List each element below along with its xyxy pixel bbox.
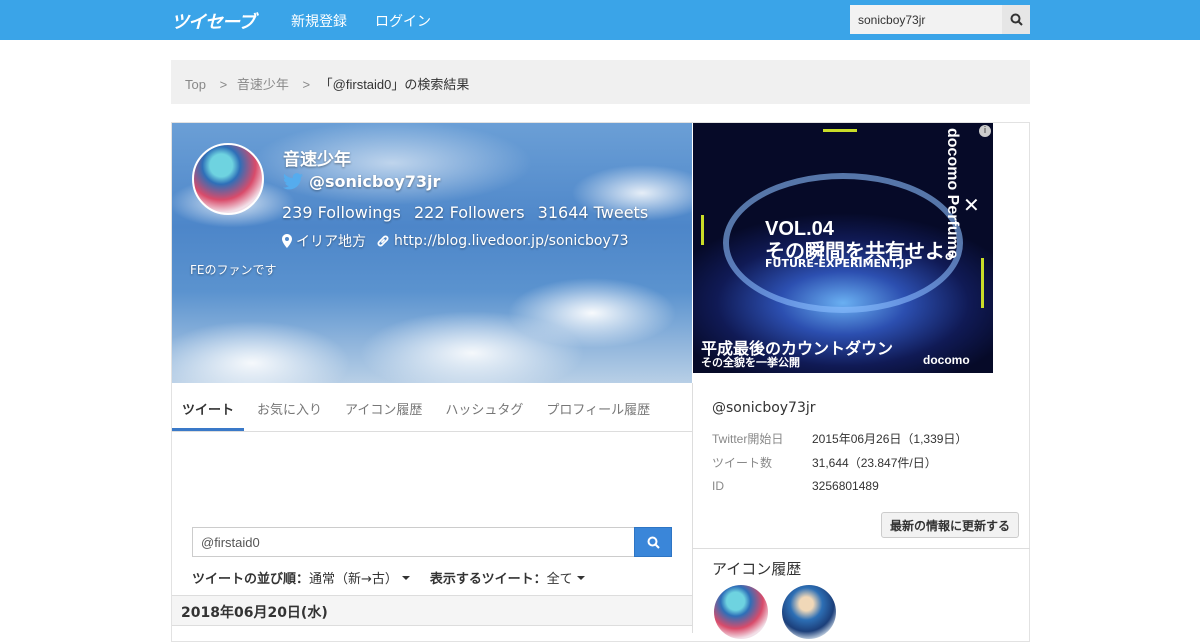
breadcrumb-separator: >	[302, 77, 311, 92]
ad-bottom-subline: その全貌を一挙公開	[701, 356, 800, 369]
sidebar-handle: @sonicboy73jr	[712, 400, 816, 416]
tweet-filter-value: 全て	[546, 572, 573, 587]
advertisement[interactable]: VOL.04 その瞬間を共有せよ。 FUTURE-EXPERIMENT.JP 平…	[693, 123, 993, 373]
login-link[interactable]: ログイン	[375, 11, 431, 31]
tab-hashtags[interactable]: ハッシュタグ	[435, 383, 533, 431]
sort-controls: ツイートの並び順： 通常（新→古） 表示するツイート： 全て	[192, 568, 605, 587]
avatar[interactable]	[192, 143, 264, 215]
link-icon	[377, 235, 389, 247]
info-key: Twitter開始日	[712, 431, 784, 446]
profile-url: http://blog.livedoor.jp/sonicboy73	[376, 233, 629, 249]
profile-meta: イリア地方 http://blog.livedoor.jp/sonicboy73	[282, 231, 639, 251]
profile-name: 音速少年	[283, 150, 351, 170]
breadcrumb-current: 「@firstaid0」の検索結果	[319, 77, 470, 92]
info-key: ツイート数	[712, 455, 773, 470]
header-search-button[interactable]	[1002, 5, 1030, 34]
breadcrumb-top[interactable]: Top	[185, 77, 206, 92]
tweet-filter-label: 表示するツイート：	[429, 572, 547, 587]
tab-bar: ツイート お気に入り アイコン履歴 ハッシュタグ プロフィール履歴	[172, 383, 692, 432]
info-value: 31,644（23.847件/日）	[812, 455, 937, 470]
twitter-bird-icon	[283, 173, 303, 190]
tab-tweets[interactable]: ツイート	[172, 383, 245, 431]
tweet-search-button[interactable]	[634, 527, 672, 557]
column-divider	[692, 383, 693, 633]
breadcrumb: Top > 音速少年 > 「@firstaid0」の検索結果	[171, 60, 1030, 104]
sidebar-divider	[693, 548, 1030, 549]
breadcrumb-user[interactable]: 音速少年	[237, 77, 289, 92]
tweets-count[interactable]: 31644 Tweets	[538, 203, 649, 222]
search-icon	[647, 536, 660, 549]
header-search-input[interactable]	[850, 5, 1002, 34]
url-link[interactable]: http://blog.livedoor.jp/sonicboy73	[394, 233, 629, 249]
profile-handle[interactable]: @sonicboy73jr	[309, 172, 440, 191]
signup-link[interactable]: 新規登録	[291, 11, 347, 31]
ad-subline: FUTURE-EXPERIMENT.JP	[765, 257, 913, 270]
sort-order-value: 通常（新→古）	[309, 572, 398, 587]
sort-order-label: ツイートの並び順：	[192, 572, 310, 587]
info-row: ツイート数 31,644（23.847件/日）	[712, 450, 967, 474]
location-text: イリア地方	[296, 234, 366, 250]
info-value: 2015年06月26日（1,339日）	[812, 431, 968, 446]
profile-location: イリア地方	[282, 231, 366, 251]
tab-icon-history[interactable]: アイコン履歴	[335, 383, 432, 431]
close-icon[interactable]: ✕	[963, 193, 980, 217]
ad-decoration	[981, 258, 984, 308]
date-header: 2018年06月20日(水)	[172, 595, 692, 626]
history-avatar[interactable]	[782, 585, 836, 639]
sort-order-dropdown[interactable]: ツイートの並び順： 通常（新→古）	[192, 568, 410, 587]
followings-count[interactable]: 239 Followings	[282, 203, 401, 222]
ad-decoration	[701, 215, 704, 245]
ad-decoration	[823, 129, 857, 132]
site-logo[interactable]: ツイセーブ	[171, 8, 256, 33]
refresh-info-button[interactable]: 最新の情報に更新する	[881, 512, 1019, 538]
top-navbar: ツイセーブ 新規登録 ログイン	[0, 0, 1200, 40]
history-avatar[interactable]	[714, 585, 768, 639]
tweet-filter-dropdown[interactable]: 表示するツイート： 全て	[430, 568, 585, 587]
caret-down-icon	[401, 575, 410, 580]
profile-handle-row: @sonicboy73jr	[283, 172, 440, 191]
info-value: 3256801489	[812, 479, 879, 493]
ad-brand-logo: docomo	[923, 353, 970, 367]
tab-favorites[interactable]: お気に入り	[247, 383, 332, 431]
search-icon	[1010, 13, 1023, 26]
caret-down-icon	[576, 575, 585, 580]
info-icon[interactable]: i	[979, 125, 991, 137]
info-row: Twitter開始日 2015年06月26日（1,339日）	[712, 426, 967, 450]
user-info-table: Twitter開始日 2015年06月26日（1,339日） ツイート数 31,…	[712, 426, 967, 498]
profile-stats: 239 Followings 222 Followers 31644 Tweet…	[282, 203, 656, 222]
breadcrumb-separator: >	[219, 77, 228, 92]
profile-header: 音速少年 @sonicboy73jr 239 Followings 222 Fo…	[172, 123, 692, 383]
tweet-search-input[interactable]	[192, 527, 635, 557]
profile-bio: FEのファンです	[190, 263, 277, 277]
info-row: ID 3256801489	[712, 474, 967, 498]
followers-count[interactable]: 222 Followers	[414, 203, 525, 222]
tab-profile-history[interactable]: プロフィール履歴	[536, 383, 660, 431]
map-marker-icon	[282, 234, 292, 248]
ad-vertical-brand: docomo Perfume	[944, 128, 961, 259]
icon-history-title: アイコン履歴	[712, 560, 802, 578]
info-key: ID	[712, 479, 724, 493]
